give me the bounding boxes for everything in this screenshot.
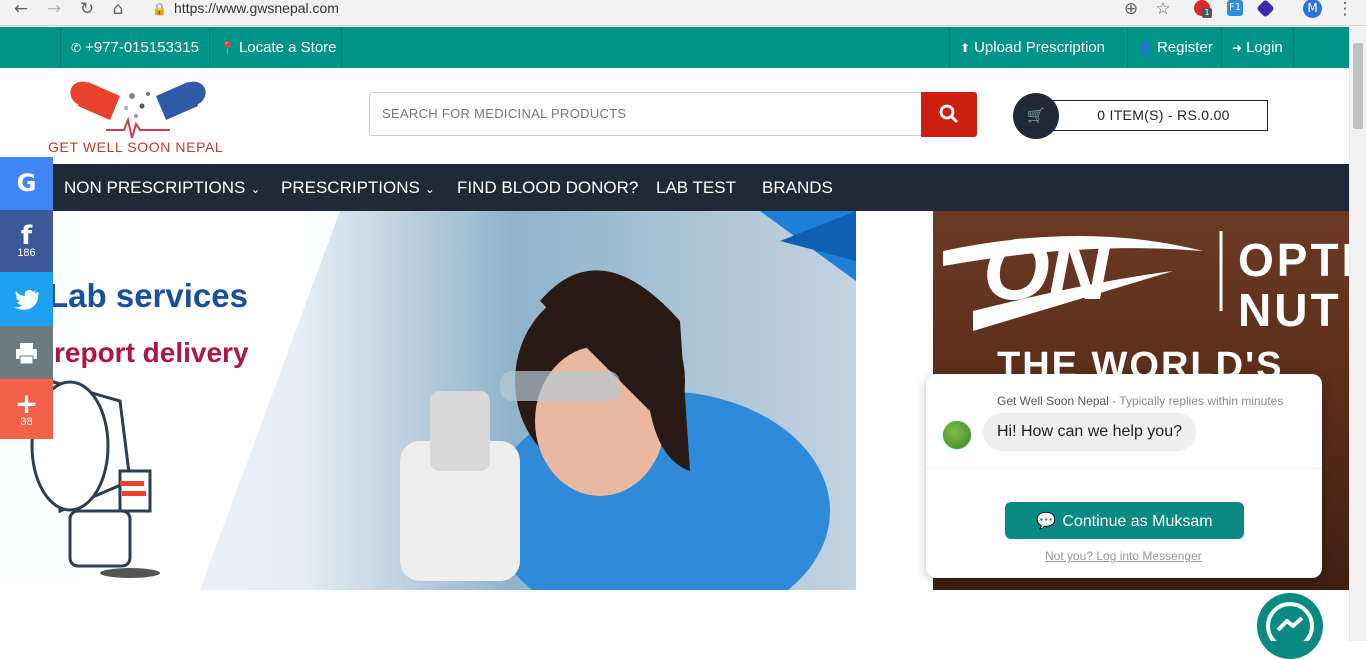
locate-store-link[interactable]: 📍 Locate a Store xyxy=(209,27,347,68)
sign-in-icon: ➜ xyxy=(1232,41,1243,55)
user-icon: 👤 xyxy=(1138,41,1153,55)
share-google-button[interactable]: G xyxy=(0,157,53,210)
phone-icon: ✆ xyxy=(71,41,82,55)
share-print-button[interactable] xyxy=(0,326,53,379)
chat-reply-time: Typically replies within minutes xyxy=(1119,394,1284,408)
search-icon xyxy=(939,104,958,123)
zoom-icon[interactable]: ⊕ xyxy=(1120,0,1142,18)
scrollbar-thumb[interactable] xyxy=(1353,43,1363,129)
messenger-launcher-button[interactable] xyxy=(1257,593,1323,659)
messenger-bolt-icon xyxy=(1266,602,1314,650)
logo-text: GET WELL SOON NEPAL xyxy=(48,139,224,155)
reload-icon[interactable]: ↻ xyxy=(76,0,98,18)
share-more-button[interactable]: + 38 xyxy=(0,379,53,439)
login-label: Login xyxy=(1246,39,1283,56)
messenger-icon: 💬 xyxy=(1036,511,1057,530)
log-into-messenger-link[interactable]: Not you? Log into Messenger xyxy=(1045,549,1202,563)
print-icon xyxy=(16,343,37,365)
extension-adblock-icon[interactable]: 1 xyxy=(1194,0,1212,18)
chat-header: Get Well Soon Nepal · Typically replies … xyxy=(997,394,1284,408)
nav-find-blood-donor[interactable]: FIND BLOOD DONOR? xyxy=(457,164,638,211)
more-share-count: 38 xyxy=(20,416,33,428)
register-link[interactable]: 👤 Register xyxy=(1127,27,1223,68)
search-button[interactable] xyxy=(921,92,977,137)
share-facebook-button[interactable]: f 186 xyxy=(0,210,53,272)
chat-page-name: Get Well Soon Nepal xyxy=(997,394,1109,408)
lab-services-banner[interactable]: Lab services report delivery xyxy=(0,211,856,590)
phone-number: +977-015153315 xyxy=(85,39,199,56)
brand-line-1: OPTI xyxy=(1238,234,1349,286)
chevron-down-icon: ⌄ xyxy=(250,182,261,196)
nav-lab-test[interactable]: LAB TEST xyxy=(656,164,736,211)
extension-badge: 1 xyxy=(1202,8,1212,18)
page-scrollbar[interactable] xyxy=(1349,27,1366,641)
messenger-chat-widget: Get Well Soon Nepal · Typically replies … xyxy=(926,374,1322,578)
upload-prescription-link[interactable]: ⬆ Upload Prescription xyxy=(949,27,1115,68)
forward-icon[interactable]: → xyxy=(43,0,65,18)
banner-subheading: report delivery xyxy=(54,337,249,368)
banner-heading: Lab services xyxy=(48,277,248,314)
topbar-divider xyxy=(341,27,342,68)
chat-greeting-bubble: Hi! How can we help you? xyxy=(983,413,1196,451)
register-label: Register xyxy=(1156,39,1213,56)
main-navigation: NON PRESCRIPTIONS ⌄ PRESCRIPTIONS ⌄ FIND B… xyxy=(0,164,1349,211)
nav-label: NON PRESCRIPTIONS xyxy=(64,178,246,197)
cart-summary[interactable]: 0 ITEM(S) - RS.0.00 xyxy=(1047,100,1268,131)
back-icon[interactable]: ← xyxy=(10,0,32,18)
browser-toolbar: ← → ↻ ⌂ 🔒 https://www.gwsnepal.com ⊕ ☆ 1… xyxy=(0,0,1366,26)
continue-label: Continue as Muksam xyxy=(1062,513,1213,530)
brand-line-2: NUT xyxy=(1238,284,1342,336)
google-icon: G xyxy=(16,169,37,197)
extension-diamond-icon[interactable] xyxy=(1256,0,1275,18)
upload-icon: ⬆ xyxy=(960,41,971,55)
bookmark-star-icon[interactable]: ☆ xyxy=(1152,0,1174,18)
lock-icon: 🔒 xyxy=(152,2,167,16)
chevron-down-icon: ⌄ xyxy=(424,182,435,196)
phone-link[interactable]: ✆ +977-015153315 xyxy=(60,27,209,68)
login-link[interactable]: ➜ Login xyxy=(1221,27,1294,68)
locate-store-label: Locate a Store xyxy=(238,39,337,56)
facebook-share-count: 186 xyxy=(17,247,36,259)
search-input[interactable]: SEARCH FOR MEDICINAL PRODUCTS xyxy=(369,92,922,136)
shopping-cart-icon: 🛒 xyxy=(1027,108,1045,124)
nav-brands[interactable]: BRANDS xyxy=(762,164,833,211)
brand-logo-text: ON xyxy=(983,222,1110,318)
cart-icon-button[interactable]: 🛒 xyxy=(1013,93,1059,139)
nav-prescriptions[interactable]: PRESCRIPTIONS ⌄ xyxy=(281,164,435,211)
extension-f1-icon[interactable]: F1 xyxy=(1227,0,1243,16)
upload-prescription-label: Upload Prescription xyxy=(974,39,1105,56)
continue-as-button[interactable]: 💬 Continue as Muksam xyxy=(1005,502,1244,539)
banner-artwork xyxy=(0,211,856,590)
twitter-icon xyxy=(14,290,39,310)
share-twitter-button[interactable] xyxy=(0,272,53,326)
browser-menu-icon[interactable]: ⋮ xyxy=(1334,0,1356,18)
capsule-logo-icon xyxy=(70,81,206,139)
top-info-bar: ✆ +977-015153315 📍 Locate a Store ⬆ Upload … xyxy=(0,27,1349,68)
chat-divider xyxy=(926,468,1322,469)
address-bar[interactable]: https://www.gwsnepal.com xyxy=(174,0,339,17)
page-avatar xyxy=(942,420,972,450)
nav-label: PRESCRIPTIONS xyxy=(281,178,420,197)
home-icon[interactable]: ⌂ xyxy=(107,0,129,18)
map-marker-icon: 📍 xyxy=(220,41,235,55)
nav-non-prescriptions[interactable]: NON PRESCRIPTIONS ⌄ xyxy=(64,164,260,211)
profile-avatar[interactable]: M xyxy=(1303,0,1322,18)
